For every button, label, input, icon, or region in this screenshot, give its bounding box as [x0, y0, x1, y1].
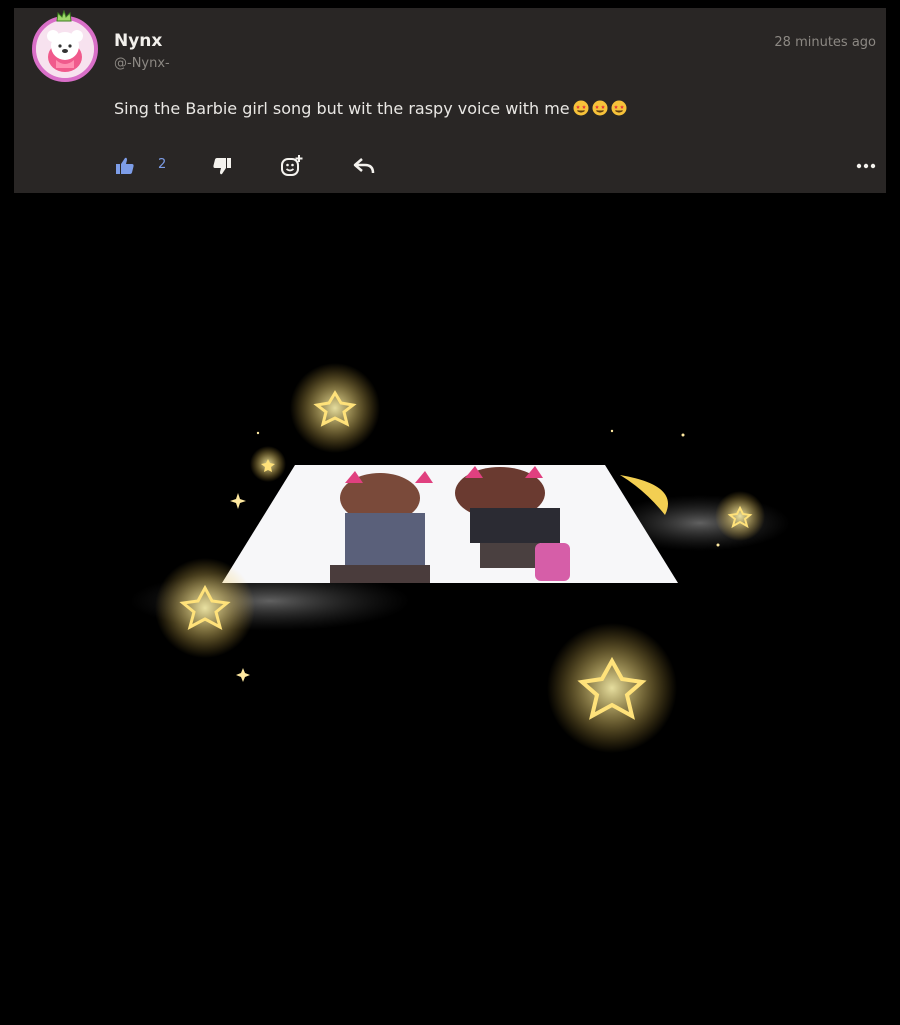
like-button[interactable]: [115, 154, 135, 178]
add-reaction-button[interactable]: [280, 154, 304, 178]
photo-card: [222, 465, 678, 583]
like-count: 2: [158, 157, 167, 172]
post-image[interactable]: [0, 193, 900, 1025]
dislike-button[interactable]: [212, 154, 232, 178]
author-handle[interactable]: @-Nynx-: [114, 56, 170, 71]
more-horizontal-icon: [856, 163, 876, 169]
thumbs-up-icon: [116, 157, 134, 174]
star-decoration: [715, 491, 765, 541]
reply-icon: [353, 158, 375, 174]
crown-icon: [56, 10, 72, 22]
post-page: Nynx @-Nynx- 28 minutes ago Sing the Bar…: [0, 0, 900, 1025]
post-timestamp: 28 minutes ago: [774, 35, 876, 50]
star-struck-emoji-icon: [611, 100, 627, 116]
more-options-button[interactable]: [856, 154, 876, 178]
star-struck-emoji-icon: [573, 100, 589, 116]
avatar[interactable]: [32, 16, 98, 82]
author-name[interactable]: Nynx: [114, 31, 162, 51]
thumbs-down-icon: [213, 158, 231, 175]
star-decoration: [155, 558, 255, 658]
star-decoration: [250, 446, 286, 482]
add-reaction-icon: [281, 155, 303, 176]
post-card: Nynx @-Nynx- 28 minutes ago Sing the Bar…: [14, 8, 886, 193]
post-text: Sing the Barbie girl song but wit the ra…: [114, 99, 627, 118]
star-decoration: [547, 623, 677, 753]
post-text-content: Sing the Barbie girl song but wit the ra…: [114, 99, 570, 118]
star-decoration: [290, 363, 380, 453]
reply-button[interactable]: [353, 154, 375, 178]
star-struck-emoji-icon: [592, 100, 608, 116]
